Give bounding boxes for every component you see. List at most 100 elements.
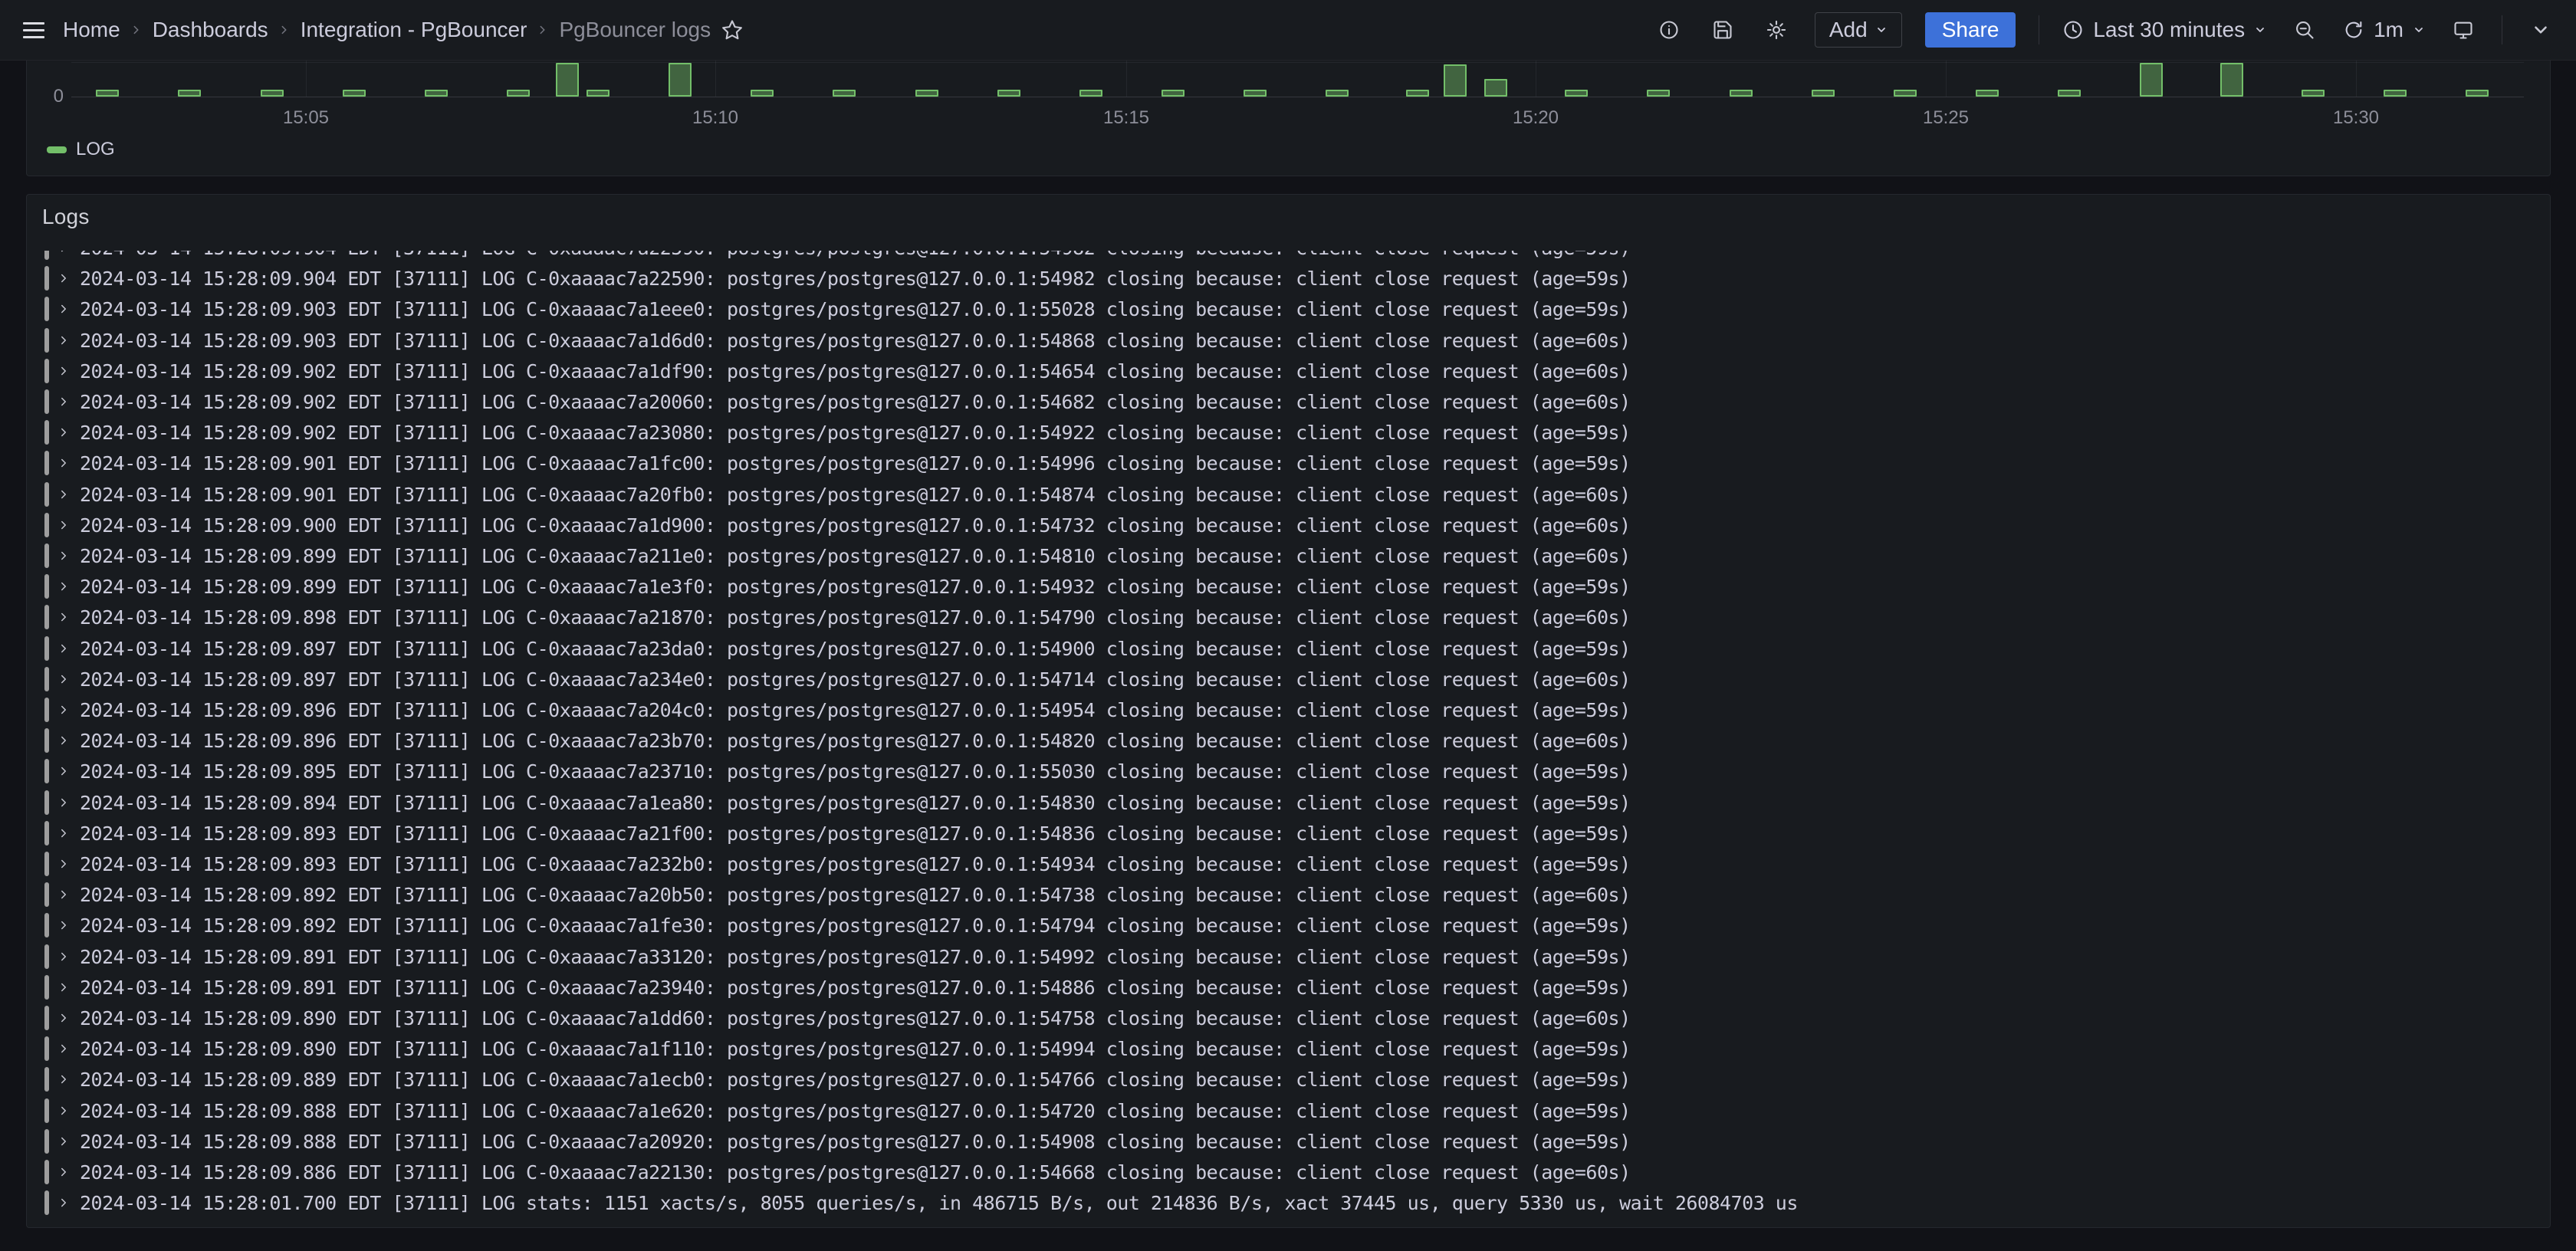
logs-panel-title[interactable]: Logs (42, 205, 90, 229)
log-volume-bar (2220, 63, 2243, 97)
dashboard-info-button[interactable] (1654, 15, 1684, 45)
expand-chevron-icon[interactable] (57, 764, 71, 778)
dashboard-settings-button[interactable] (1761, 15, 1792, 45)
legend-item-log[interactable]: LOG (47, 139, 115, 160)
log-row[interactable]: 2024-03-14 15:28:09.897 EDT [37111] LOG … (28, 633, 2549, 664)
star-icon (721, 18, 744, 41)
expand-chevron-icon[interactable] (57, 518, 71, 532)
log-row[interactable]: 2024-03-14 15:28:09.889 EDT [37111] LOG … (28, 1064, 2549, 1095)
expand-chevron-icon[interactable] (57, 703, 71, 717)
log-row[interactable]: 2024-03-14 15:28:09.902 EDT [37111] LOG … (28, 356, 2549, 386)
log-row[interactable]: 2024-03-14 15:28:09.894 EDT [37111] LOG … (28, 787, 2549, 818)
tv-kiosk-button[interactable] (2448, 15, 2479, 45)
log-row[interactable]: 2024-03-14 15:28:01.700 EDT [37111] LOG … (28, 1187, 2549, 1218)
log-row[interactable]: 2024-03-14 15:28:09.896 EDT [37111] LOG … (28, 725, 2549, 756)
expand-chevron-icon[interactable] (57, 395, 71, 409)
log-row[interactable]: 2024-03-14 15:28:09.886 EDT [37111] LOG … (28, 1157, 2549, 1187)
logs-panel: Logs 2024-03-14 15:28:09.904 EDT [37111]… (26, 194, 2551, 1228)
collapse-controls-button[interactable] (2525, 15, 2556, 45)
expand-chevron-icon[interactable] (57, 610, 71, 624)
monitor-icon (2453, 19, 2474, 41)
log-line-text: 2024-03-14 15:28:09.904 EDT [37111] LOG … (80, 251, 1631, 259)
log-row[interactable]: 2024-03-14 15:28:09.899 EDT [37111] LOG … (28, 571, 2549, 602)
log-level-bar (44, 759, 49, 783)
log-level-bar (44, 975, 49, 1000)
expand-chevron-icon[interactable] (57, 980, 71, 994)
log-row[interactable]: 2024-03-14 15:28:09.895 EDT [37111] LOG … (28, 756, 2549, 786)
log-line-text: 2024-03-14 15:28:09.899 EDT [37111] LOG … (80, 576, 1631, 598)
log-row[interactable]: 2024-03-14 15:28:09.901 EDT [37111] LOG … (28, 448, 2549, 478)
chart-plot-area[interactable]: 0 15:0515:1015:1515:2015:2515:30 (27, 61, 2550, 176)
expand-chevron-icon[interactable] (57, 333, 71, 347)
expand-chevron-icon[interactable] (57, 488, 71, 501)
menu-button[interactable] (17, 13, 51, 47)
share-button[interactable]: Share (1925, 12, 2016, 48)
log-row[interactable]: 2024-03-14 15:28:09.891 EDT [37111] LOG … (28, 941, 2549, 972)
expand-chevron-icon[interactable] (57, 302, 71, 316)
log-row[interactable]: 2024-03-14 15:28:09.902 EDT [37111] LOG … (28, 386, 2549, 417)
log-row-clipped[interactable]: 2024-03-14 15:28:09.904 EDT [37111] LOG … (28, 251, 2549, 263)
time-range-picker[interactable]: Last 30 minutes (2062, 18, 2266, 42)
log-row[interactable]: 2024-03-14 15:28:09.902 EDT [37111] LOG … (28, 417, 2549, 448)
favorite-star-button[interactable] (715, 13, 749, 47)
log-volume-bar (1565, 90, 1588, 97)
expand-chevron-icon[interactable] (57, 425, 71, 439)
log-level-bar (44, 1129, 49, 1154)
refresh-interval-picker[interactable]: 1m (2343, 18, 2425, 42)
expand-chevron-icon[interactable] (57, 1196, 71, 1210)
expand-chevron-icon[interactable] (57, 549, 71, 563)
add-button[interactable]: Add (1815, 12, 1902, 48)
expand-chevron-icon[interactable] (57, 918, 71, 932)
breadcrumb-item-integration-pgbouncer[interactable]: Integration - PgBouncer (301, 18, 527, 42)
save-dashboard-button[interactable] (1707, 15, 1738, 45)
log-row[interactable]: 2024-03-14 15:28:09.892 EDT [37111] LOG … (28, 879, 2549, 910)
expand-chevron-icon[interactable] (57, 734, 71, 747)
log-row[interactable]: 2024-03-14 15:28:09.900 EDT [37111] LOG … (28, 510, 2549, 540)
log-row[interactable]: 2024-03-14 15:28:09.899 EDT [37111] LOG … (28, 540, 2549, 571)
log-volume-bar (1647, 90, 1670, 97)
log-row[interactable]: 2024-03-14 15:28:09.890 EDT [37111] LOG … (28, 1003, 2549, 1033)
expand-chevron-icon[interactable] (57, 950, 71, 964)
zoom-out-time-button[interactable] (2289, 15, 2320, 45)
expand-chevron-icon[interactable] (57, 251, 71, 254)
log-row[interactable]: 2024-03-14 15:28:09.891 EDT [37111] LOG … (28, 972, 2549, 1003)
expand-chevron-icon[interactable] (57, 1072, 71, 1086)
log-row[interactable]: 2024-03-14 15:28:09.888 EDT [37111] LOG … (28, 1095, 2549, 1126)
log-row[interactable]: 2024-03-14 15:28:09.896 EDT [37111] LOG … (28, 694, 2549, 725)
nav-bar: HomeDashboardsIntegration - PgBouncerPgB… (0, 0, 2576, 61)
log-row[interactable]: 2024-03-14 15:28:09.904 EDT [37111] LOG … (28, 263, 2549, 294)
expand-chevron-icon[interactable] (57, 1165, 71, 1179)
expand-chevron-icon[interactable] (57, 826, 71, 840)
log-row[interactable]: 2024-03-14 15:28:09.893 EDT [37111] LOG … (28, 849, 2549, 879)
expand-chevron-icon[interactable] (57, 1104, 71, 1118)
expand-chevron-icon[interactable] (57, 1134, 71, 1148)
log-row[interactable]: 2024-03-14 15:28:09.892 EDT [37111] LOG … (28, 910, 2549, 941)
expand-chevron-icon[interactable] (57, 271, 71, 285)
expand-chevron-icon[interactable] (57, 796, 71, 809)
expand-chevron-icon[interactable] (57, 364, 71, 378)
log-row[interactable]: 2024-03-14 15:28:09.903 EDT [37111] LOG … (28, 325, 2549, 356)
breadcrumb-item-home[interactable]: Home (63, 18, 120, 42)
breadcrumb-item-dashboards[interactable]: Dashboards (153, 18, 268, 42)
log-line-text: 2024-03-14 15:28:09.901 EDT [37111] LOG … (80, 484, 1631, 506)
log-row[interactable]: 2024-03-14 15:28:09.898 EDT [37111] LOG … (28, 602, 2549, 632)
expand-chevron-icon[interactable] (57, 456, 71, 470)
log-row[interactable]: 2024-03-14 15:28:09.890 EDT [37111] LOG … (28, 1033, 2549, 1064)
log-row[interactable]: 2024-03-14 15:28:09.897 EDT [37111] LOG … (28, 664, 2549, 694)
expand-chevron-icon[interactable] (57, 1042, 71, 1056)
log-row[interactable]: 2024-03-14 15:28:09.893 EDT [37111] LOG … (28, 818, 2549, 849)
log-row[interactable]: 2024-03-14 15:28:09.888 EDT [37111] LOG … (28, 1126, 2549, 1157)
log-row[interactable]: 2024-03-14 15:28:09.901 EDT [37111] LOG … (28, 479, 2549, 510)
expand-chevron-icon[interactable] (57, 1011, 71, 1025)
log-level-bar (44, 543, 49, 568)
expand-chevron-icon[interactable] (57, 642, 71, 655)
expand-chevron-icon[interactable] (57, 857, 71, 871)
log-level-bar (44, 944, 49, 969)
time-range-label: Last 30 minutes (2093, 18, 2245, 42)
log-volume-bar (425, 90, 448, 97)
log-row[interactable]: 2024-03-14 15:28:09.903 EDT [37111] LOG … (28, 294, 2549, 324)
expand-chevron-icon[interactable] (57, 580, 71, 593)
expand-chevron-icon[interactable] (57, 888, 71, 901)
expand-chevron-icon[interactable] (57, 672, 71, 686)
nav-actions: Add Share Last 30 minutes (1654, 12, 2556, 48)
